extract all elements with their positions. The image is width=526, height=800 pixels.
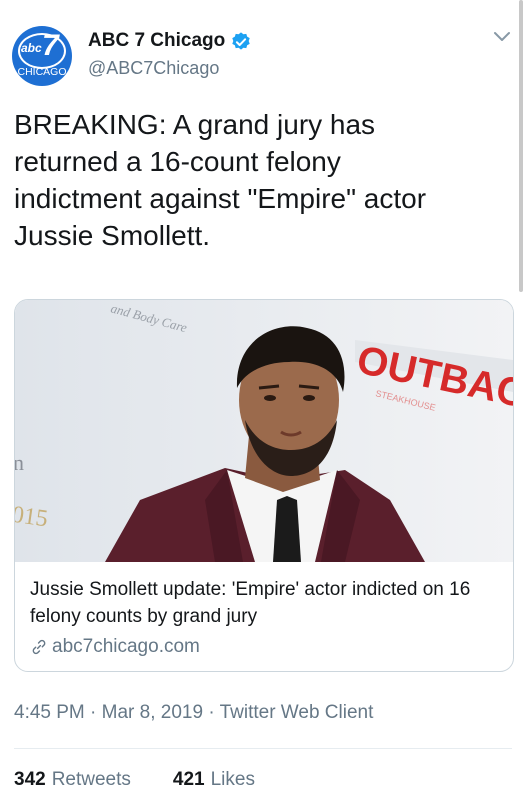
author-name[interactable]: ABC 7 Chicago bbox=[88, 30, 225, 52]
retweets-stat[interactable]: 342 Retweets bbox=[14, 769, 131, 791]
avatar-abc-text: abc bbox=[21, 41, 42, 55]
card-image[interactable]: and Body Care n 015 OUTBAC STEAKHOUSE bbox=[15, 300, 513, 562]
verified-badge-icon bbox=[232, 32, 250, 50]
author-handle[interactable]: @ABC7Chicago bbox=[88, 58, 219, 79]
chevron-down-icon[interactable] bbox=[493, 30, 511, 44]
link-icon bbox=[32, 639, 46, 655]
backdrop-year-text: 015 bbox=[15, 502, 49, 533]
retweets-label: Retweets bbox=[51, 769, 131, 790]
card-text: Jussie Smollett update: 'Empire' actor i… bbox=[30, 576, 500, 658]
tweet-text: BREAKING: A grand jury has returned a 16… bbox=[14, 109, 427, 251]
avatar-city-text: CHICAGO bbox=[17, 66, 67, 78]
card-title[interactable]: Jussie Smollett update: 'Empire' actor i… bbox=[30, 576, 500, 630]
tweet-timestamp[interactable]: 4:45 PM · Mar 8, 2019 · Twitter Web Clie… bbox=[14, 702, 373, 724]
likes-stat[interactable]: 421 Likes bbox=[173, 769, 255, 791]
link-card[interactable]: and Body Care n 015 OUTBAC STEAKHOUSE Ju… bbox=[14, 299, 514, 672]
backdrop-left-text: n bbox=[15, 450, 24, 475]
tweet-header: abc 7 CHICAGO ABC 7 Chicago @ABC7Chicago bbox=[0, 0, 526, 92]
likes-count: 421 bbox=[172, 769, 205, 790]
card-domain[interactable]: abc7chicago.com bbox=[30, 636, 500, 658]
tweet-stats: 342 Retweets 421 Likes bbox=[14, 769, 297, 791]
avatar-seven-text: 7 bbox=[42, 29, 59, 62]
avatar[interactable]: abc 7 CHICAGO bbox=[12, 26, 72, 86]
divider bbox=[14, 748, 512, 749]
likes-label: Likes bbox=[210, 769, 255, 790]
retweets-count: 342 bbox=[14, 769, 46, 790]
card-domain-text: abc7chicago.com bbox=[52, 636, 200, 657]
